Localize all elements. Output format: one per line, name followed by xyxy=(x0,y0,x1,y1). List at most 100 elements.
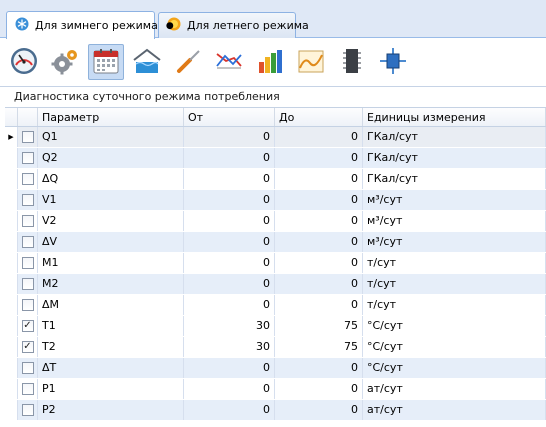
tab-winter-mode[interactable]: Для зимнего режима ● xyxy=(6,11,174,39)
table-row[interactable]: M1 0 0 т/сут xyxy=(5,253,546,274)
chip-button[interactable] xyxy=(334,44,370,80)
cell-to[interactable]: 0 xyxy=(275,274,363,294)
table-row[interactable]: P2 0 0 ат/сут xyxy=(5,400,546,421)
cell-to[interactable]: 75 xyxy=(275,337,363,357)
cell-to[interactable]: 0 xyxy=(275,211,363,231)
cell-units: ГКал/сут xyxy=(363,127,546,147)
cell-to[interactable]: 75 xyxy=(275,316,363,336)
bar-chart-button[interactable] xyxy=(252,44,288,80)
water-tank-button[interactable] xyxy=(129,44,165,80)
cell-to[interactable]: 0 xyxy=(275,127,363,147)
cell-from[interactable]: 0 xyxy=(184,400,275,420)
cell-from[interactable]: 0 xyxy=(184,211,275,231)
row-checkbox[interactable]: ✓ xyxy=(21,341,34,353)
row-checkbox[interactable] xyxy=(21,278,34,290)
table-row[interactable]: ✓ T2 30 75 °С/сут xyxy=(5,337,546,358)
row-checkbox-cell[interactable]: ✓ xyxy=(18,337,38,357)
row-checkbox[interactable] xyxy=(21,173,34,185)
table-row[interactable]: V1 0 0 м³/сут xyxy=(5,190,546,211)
cell-from[interactable]: 0 xyxy=(184,127,275,147)
row-indicator: ▶ xyxy=(5,127,18,147)
cell-to[interactable]: 0 xyxy=(275,232,363,252)
row-checkbox-cell[interactable] xyxy=(18,400,38,420)
table-row[interactable]: ΔM 0 0 т/сут xyxy=(5,295,546,316)
tab-summer-mode[interactable]: Для летнего режима xyxy=(158,12,309,38)
row-checkbox-cell[interactable] xyxy=(18,211,38,231)
cell-to[interactable]: 0 xyxy=(275,400,363,420)
row-indicator xyxy=(5,211,18,231)
header-units[interactable]: Единицы измерения xyxy=(363,108,546,126)
cell-units: т/сут xyxy=(363,274,546,294)
row-checkbox-cell[interactable] xyxy=(18,169,38,189)
cell-from[interactable]: 0 xyxy=(184,232,275,252)
cell-to[interactable]: 0 xyxy=(275,148,363,168)
line-chart-button[interactable] xyxy=(211,44,247,80)
header-from[interactable]: От xyxy=(184,108,275,126)
row-checkbox[interactable] xyxy=(21,152,34,164)
cell-from[interactable]: 30 xyxy=(184,337,275,357)
table-row[interactable]: P1 0 0 ат/сут xyxy=(5,379,546,400)
cell-from[interactable]: 0 xyxy=(184,148,275,168)
calendar-button[interactable] xyxy=(88,44,124,80)
cell-from[interactable]: 0 xyxy=(184,379,275,399)
row-checkbox-cell[interactable] xyxy=(18,127,38,147)
row-indicator xyxy=(5,253,18,273)
toolbar xyxy=(0,38,546,86)
row-checkbox-cell[interactable] xyxy=(18,295,38,315)
row-checkbox-cell[interactable] xyxy=(18,148,38,168)
row-indicator xyxy=(5,400,18,420)
table-row[interactable]: V2 0 0 м³/сут xyxy=(5,211,546,232)
row-checkbox-cell[interactable] xyxy=(18,253,38,273)
cell-to[interactable]: 0 xyxy=(275,190,363,210)
row-checkbox-cell[interactable] xyxy=(18,274,38,294)
table-row[interactable]: M2 0 0 т/сут xyxy=(5,274,546,295)
area-chart-button[interactable] xyxy=(293,44,329,80)
cell-from[interactable]: 0 xyxy=(184,169,275,189)
row-checkbox[interactable]: ✓ xyxy=(21,320,34,332)
table-row[interactable]: ΔQ 0 0 ГКал/сут xyxy=(5,169,546,190)
cell-to[interactable]: 0 xyxy=(275,295,363,315)
row-checkbox[interactable] xyxy=(21,194,34,206)
cell-from[interactable]: 0 xyxy=(184,295,275,315)
cell-to[interactable]: 0 xyxy=(275,379,363,399)
tools-button[interactable] xyxy=(170,44,206,80)
row-checkbox[interactable] xyxy=(21,362,34,374)
cell-from[interactable]: 0 xyxy=(184,253,275,273)
cell-units: °С/сут xyxy=(363,316,546,336)
row-checkbox[interactable] xyxy=(21,404,34,416)
cell-to[interactable]: 0 xyxy=(275,358,363,378)
component-button[interactable] xyxy=(375,44,411,80)
row-checkbox-cell[interactable] xyxy=(18,379,38,399)
gauge-button[interactable] xyxy=(6,44,42,80)
row-checkbox[interactable] xyxy=(21,383,34,395)
row-checkbox[interactable] xyxy=(21,215,34,227)
table-row[interactable]: Q2 0 0 ГКал/сут xyxy=(5,148,546,169)
settings-button[interactable] xyxy=(47,44,83,80)
table-row[interactable]: ✓ T1 30 75 °С/сут xyxy=(5,316,546,337)
row-checkbox-cell[interactable] xyxy=(18,190,38,210)
row-checkbox[interactable] xyxy=(21,299,34,311)
row-checkbox-cell[interactable] xyxy=(18,232,38,252)
bar-chart-icon xyxy=(255,46,285,79)
table-row[interactable]: ΔV 0 0 м³/сут xyxy=(5,232,546,253)
row-checkbox[interactable] xyxy=(21,131,34,143)
snowflake-icon xyxy=(15,17,29,34)
table-row[interactable]: ΔT 0 0 °С/сут xyxy=(5,358,546,379)
row-checkbox[interactable] xyxy=(21,257,34,269)
row-checkbox[interactable] xyxy=(21,236,34,248)
row-checkbox-cell[interactable] xyxy=(18,358,38,378)
cell-parameter: ΔV xyxy=(38,232,184,252)
cell-to[interactable]: 0 xyxy=(275,169,363,189)
header-to[interactable]: До xyxy=(275,108,363,126)
header-parameter[interactable]: Параметр xyxy=(38,108,184,126)
cell-from[interactable]: 0 xyxy=(184,274,275,294)
cell-from[interactable]: 30 xyxy=(184,316,275,336)
cell-from[interactable]: 0 xyxy=(184,190,275,210)
cell-from[interactable]: 0 xyxy=(184,358,275,378)
gears-icon xyxy=(50,46,80,79)
cell-to[interactable]: 0 xyxy=(275,253,363,273)
table-row[interactable]: ▶ Q1 0 0 ГКал/сут xyxy=(5,127,546,148)
row-checkbox-cell[interactable]: ✓ xyxy=(18,316,38,336)
cell-parameter: T1 xyxy=(38,316,184,336)
screwdriver-icon xyxy=(173,46,203,79)
